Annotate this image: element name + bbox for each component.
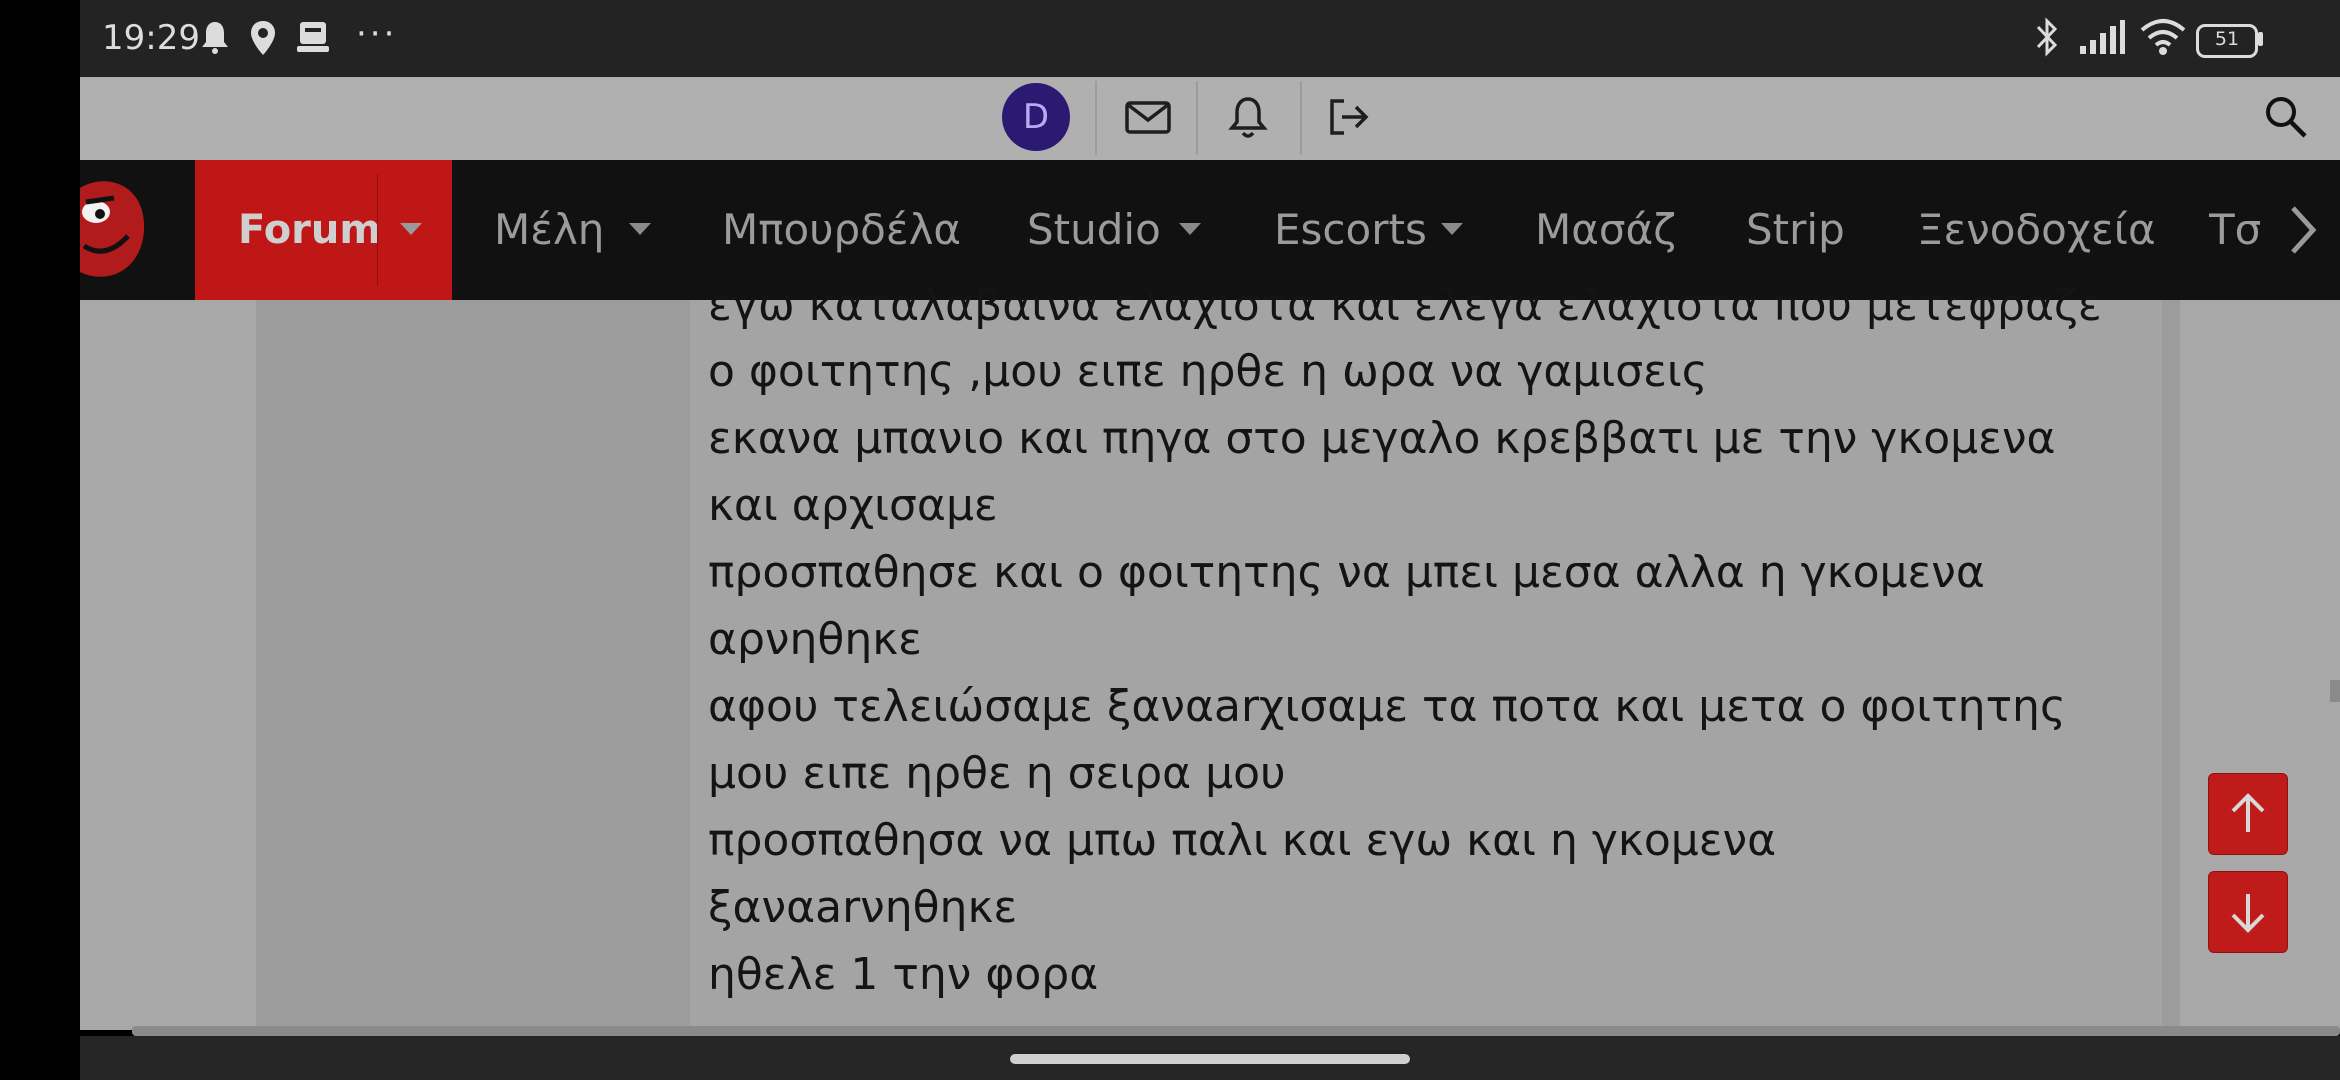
post-text-line: προσπαθησε και ο φοιτητης να μπει μεσα α… [708,547,1985,598]
top-header: D [80,77,2340,160]
scroll-to-top-button[interactable] [2208,773,2288,855]
post-text-line: εγω καταλαβαινα ελαχιστα και ελεγα ελαχι… [708,280,2102,331]
nav-item-forum[interactable]: Forum [195,160,452,300]
nav-item-members[interactable]: Μέλη [494,160,604,300]
nav-overflow-clip: Τσ [2209,160,2273,300]
notification-bell-icon [202,22,228,54]
avatar[interactable]: D [1002,83,1070,151]
header-divider [1095,81,1097,155]
post-text-line: ο φοιτητης ,μου ειπε ηρθε η ωρα να γαμισ… [708,346,1708,397]
status-time: 19:29 [102,18,200,58]
bluetooth-icon [2036,17,2058,57]
header-divider [1196,81,1198,155]
mail-icon[interactable] [1122,91,1174,143]
studio-dropdown-caret-icon[interactable] [1179,223,1201,235]
avatar-letter: D [1022,97,1050,137]
arrow-up-icon [2231,793,2265,832]
battery-level: 51 [2214,28,2240,50]
more-notifications-icon: ··· [356,14,398,54]
app-notification-icon [297,22,329,52]
header-divider [1300,81,1302,155]
members-dropdown-caret-icon[interactable] [629,223,651,235]
post-text-line: και αρχισαμε [708,480,998,531]
main-navigation: Forum Μέλη Μπουρδέλα Studio Escorts Μασά… [80,160,2340,300]
post-container: εγω καταλαβαινα ελαχιστα και ελεγα ελαχι… [256,280,2180,1030]
nav-item-escorts[interactable]: Escorts [1274,160,1427,300]
logout-icon[interactable] [1322,91,1374,143]
chevron-right-icon[interactable] [2287,204,2317,256]
scroll-to-bottom-button[interactable] [2208,871,2288,953]
post-text-line: αρνηθηκε [708,614,922,665]
navigation-gesture-bar [80,1036,2340,1080]
nav-item-forum-label: Forum [238,207,382,253]
nav-scroll-right-area [2273,160,2340,300]
battery-tip [2258,32,2263,46]
notification-bell-icon[interactable] [1222,91,1274,143]
nav-item-strip[interactable]: Strip [1746,160,1845,300]
horizontal-scrollbar[interactable] [132,1026,2340,1036]
nav-split-divider [377,174,378,286]
forum-dropdown-caret-icon[interactable] [400,223,422,235]
nav-item-brothels[interactable]: Μπουρδέλα [722,160,961,300]
escorts-dropdown-caret-icon[interactable] [1441,223,1463,235]
arrow-down-icon [2231,894,2265,933]
left-black-bar [0,0,80,1080]
post-text-line: αφου τελειώσαμε ξαναarχισαμε τα ποτα και… [708,681,2066,732]
battery-icon: 51 [2196,24,2258,58]
post-text-line: μου ειπε ηρθε η σειρα μου [708,748,1286,799]
nav-item-studio[interactable]: Studio [1027,160,1161,300]
nav-item-hotels[interactable]: Ξενοδοχεία [1917,160,2156,300]
status-bar: 19:29 ··· 51 [80,0,2340,77]
home-indicator[interactable] [1010,1054,1410,1064]
site-logo-mascot-icon[interactable] [80,174,146,286]
nav-item-truncated[interactable]: Τσ [2209,160,2261,300]
nav-item-massage[interactable]: Μασάζ [1535,160,1676,300]
search-icon[interactable] [2260,91,2312,143]
page-scrollbar-thumb[interactable] [2330,680,2340,702]
post-text-line: ξαναarνηθηκε [708,882,1018,933]
signal-icon [2080,20,2125,54]
post-body: εγω καταλαβαινα ελαχιστα και ελεγα ελαχι… [690,280,2162,1030]
location-pin-icon [251,21,275,55]
post-text-line: ηθελε 1 την φορα [708,949,1099,1000]
post-text-line: προσπαθησα να μπω παλι και εγω και η γκο… [708,815,1777,866]
wifi-icon [2140,19,2186,55]
post-text-line: εκανα μπανιο και πηγα στο μεγαλο κρεββατ… [708,413,2056,464]
page-content: εγω καταλαβαινα ελαχιστα και ελεγα ελαχι… [80,280,2340,1030]
